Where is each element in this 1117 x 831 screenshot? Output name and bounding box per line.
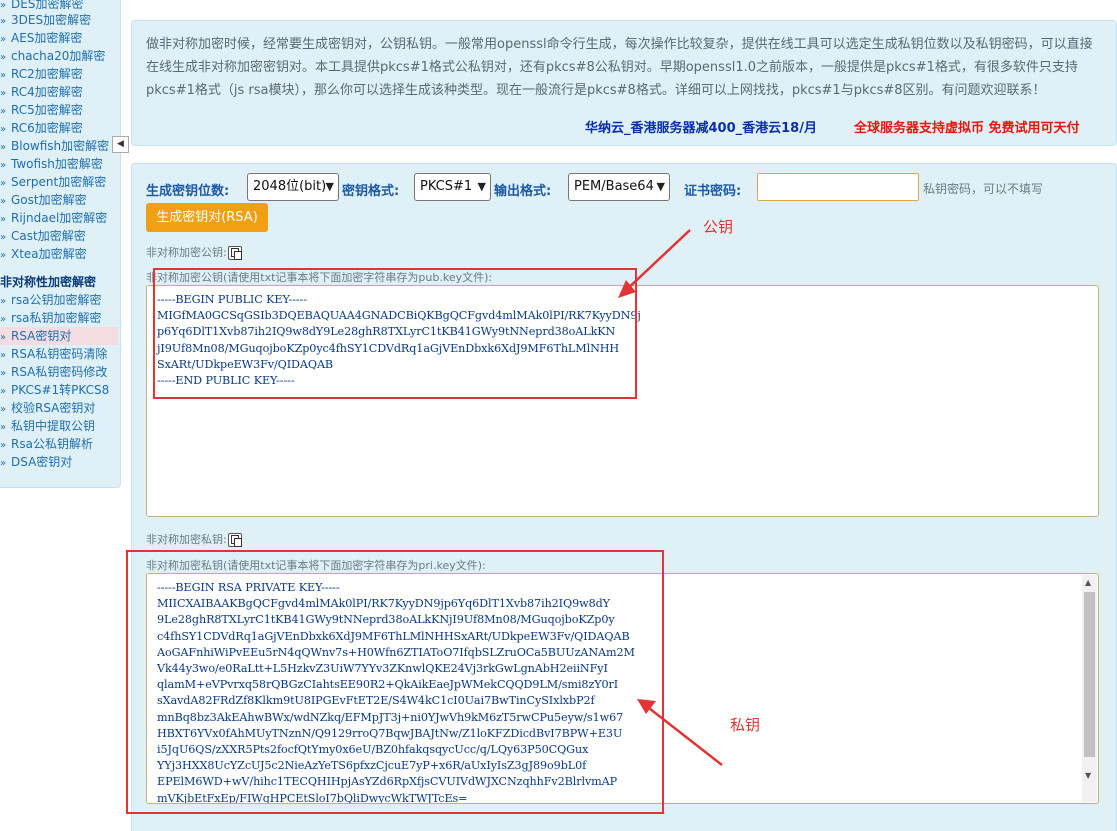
private-key-arrow-icon xyxy=(637,699,723,766)
